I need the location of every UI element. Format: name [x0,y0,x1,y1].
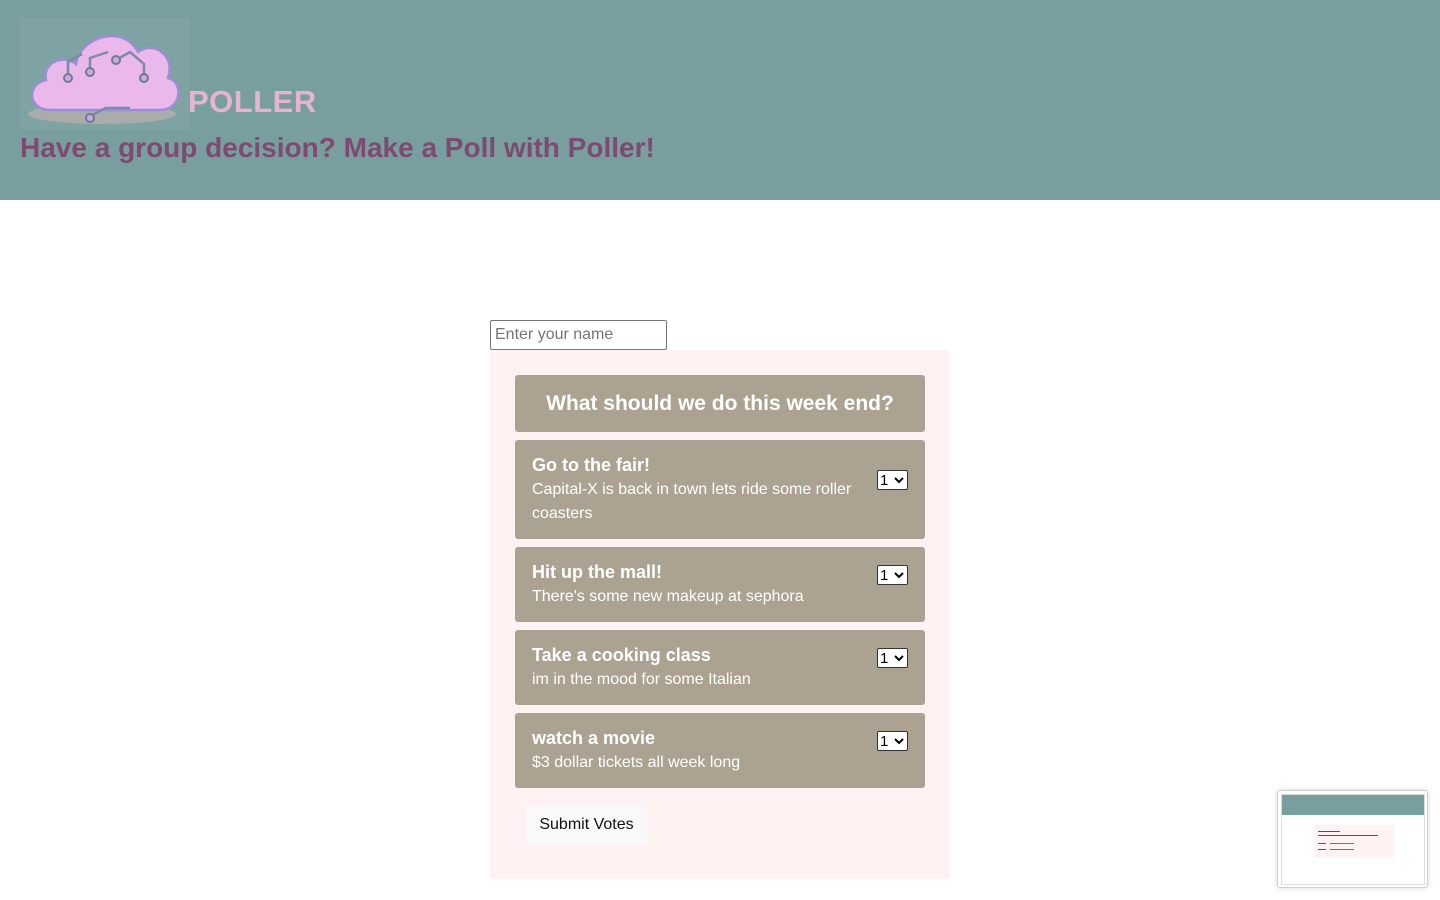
option-description: im in the mood for some Italian [532,671,751,688]
thumbnail-text-line [1318,849,1326,850]
option-title: Hit up the mall! [532,562,662,582]
chevron-down-icon [894,655,904,662]
rank-select[interactable]: 1 [877,470,908,490]
rank-select[interactable]: 1 [877,565,908,585]
page-tagline: Have a group decision? Make a Poll with … [20,132,655,163]
thumbnail-card [1314,825,1394,857]
poll-option: Take a cooking class im in the mood for … [515,630,925,705]
thumbnail-text-line [1318,831,1340,832]
thumbnail-header [1282,795,1424,815]
poll-card: What should we do this week end? Go to t… [490,350,950,879]
chevron-down-icon [894,477,904,484]
option-title: Take a cooking class [532,645,711,665]
thumbnail-text-line [1318,843,1326,844]
name-input[interactable] [490,320,667,350]
rank-value: 1 [880,471,889,489]
rank-value: 1 [880,732,889,750]
thumbnail-frame [1281,794,1425,885]
brand-title: POLLER [188,84,317,119]
rank-select[interactable]: 1 [877,731,908,751]
option-title: Go to the fair! [532,455,650,475]
thumbnail-text-line [1318,835,1378,836]
option-description: $3 dollar tickets all week long [532,754,741,771]
rank-value: 1 [880,649,889,667]
poll-option: watch a movie $3 dollar tickets all week… [515,713,925,788]
poll-option: Go to the fair! Capital-X is back in tow… [515,440,925,539]
chevron-down-icon [894,572,904,579]
cloud-circuit-logo-icon [20,18,190,130]
rank-value: 1 [880,566,889,584]
page-header: POLLER Have a group decision? Make a Pol… [0,0,1440,200]
option-title: watch a movie [532,728,656,748]
thumbnail-link-line [1330,843,1354,844]
rank-select[interactable]: 1 [877,648,908,668]
option-description: Capital-X is back in town lets ride some… [532,481,852,522]
option-description: There's some new makeup at sephora [532,588,804,605]
poll-title: What should we do this week end? [515,375,925,432]
thumbnail-link-line [1330,849,1354,850]
poll-option: Hit up the mall! There's some new makeup… [515,547,925,622]
submit-votes-button[interactable]: Submit Votes [526,806,647,843]
screenshot-thumbnail-icon[interactable] [1277,790,1428,888]
chevron-down-icon [894,738,904,745]
